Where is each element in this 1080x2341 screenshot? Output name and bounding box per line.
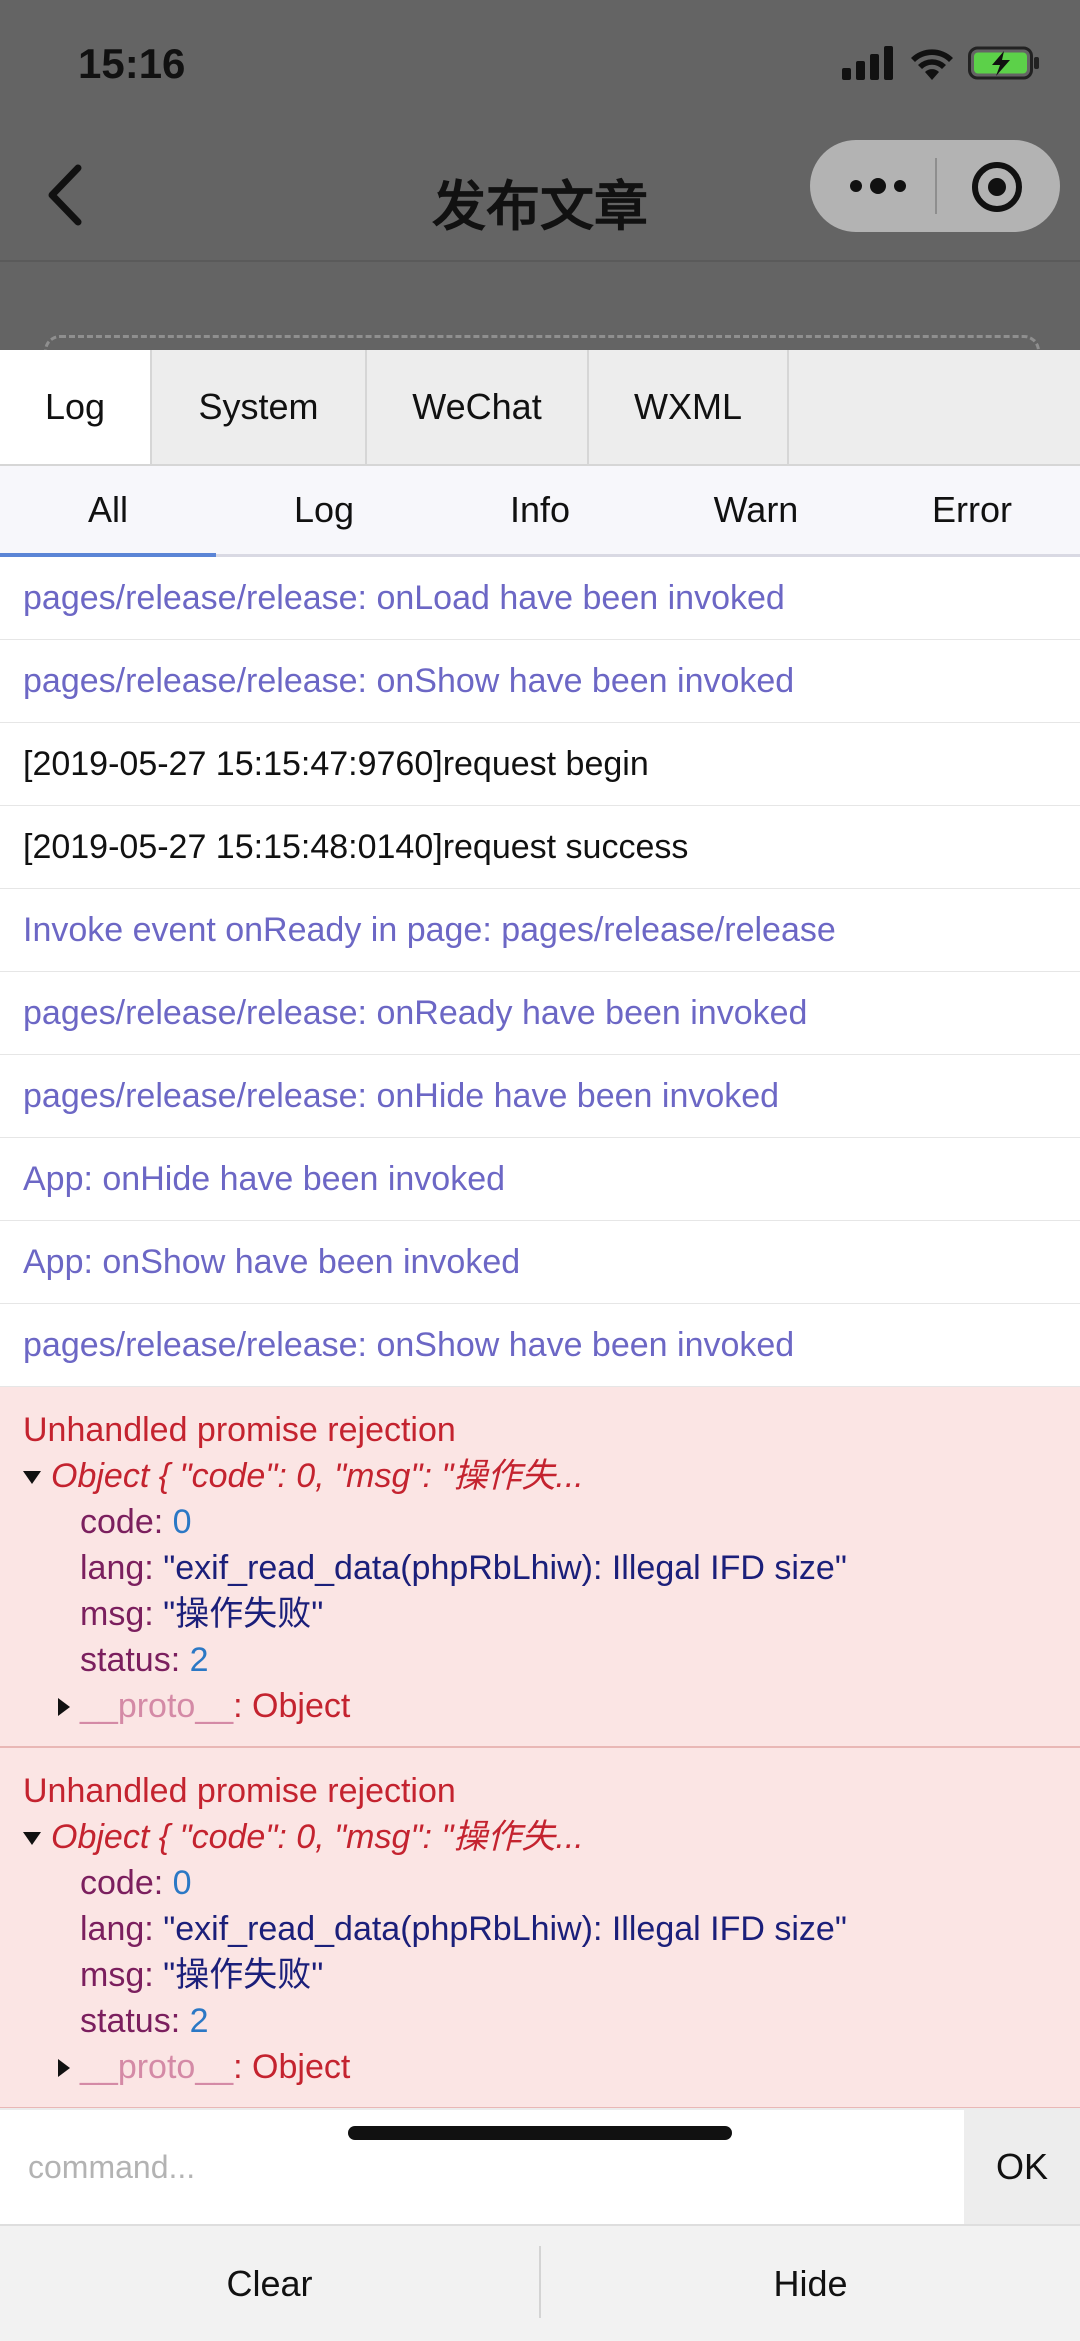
prop-value: "操作失败" <box>163 1595 324 1633</box>
console-footer: Clear Hide <box>0 2224 1080 2341</box>
log-line: pages/release/release: onLoad have been … <box>0 557 1080 640</box>
prop-code: code: 0 <box>23 1499 1080 1545</box>
prop-key: lang: <box>80 1910 164 1948</box>
prop-key: status: <box>80 1641 190 1679</box>
prop-msg: msg: "操作失败" <box>23 1591 1080 1637</box>
filter-log[interactable]: Log <box>216 466 432 554</box>
prop-value: "操作失败" <box>163 1956 324 1994</box>
proto-key: __proto__ <box>80 1687 234 1725</box>
status-time: 15:16 <box>78 40 186 87</box>
expanded-triangle-icon <box>23 1471 41 1484</box>
battery-charging-icon <box>968 46 1039 80</box>
clear-button[interactable]: Clear <box>0 2226 539 2341</box>
more-dots-icon[interactable] <box>848 176 908 196</box>
close-target-icon[interactable] <box>970 160 1024 214</box>
status-bar: 15:16 <box>0 0 1080 130</box>
error-title: Unhandled promise rejection <box>23 1772 456 1810</box>
error-entry: Unhandled promise rejection Object { "co… <box>0 1748 1080 2109</box>
log-line: App: onShow have been invoked <box>0 1221 1080 1304</box>
prop-lang: lang: "exif_read_data(phpRbLhiw): Illega… <box>23 1906 1080 1952</box>
log-filter-tabs: All Log Info Warn Error <box>0 466 1080 557</box>
log-line: [2019-05-27 15:15:48:0140]request succes… <box>0 806 1080 889</box>
object-summary: Object { "code": 0, "msg": "操作失... <box>51 1457 584 1495</box>
error-entry: Unhandled promise rejection Object { "co… <box>0 1387 1080 1748</box>
prop-value: "exif_read_data(phpRbLhiw): Illegal IFD … <box>163 1910 847 1948</box>
prop-status: status: 2 <box>23 1998 1080 2044</box>
object-summary-toggle[interactable]: Object { "code": 0, "msg": "操作失... <box>23 1453 1080 1499</box>
prop-key: code: <box>80 1864 173 1902</box>
prop-value: 0 <box>172 1503 192 1541</box>
proto-value: : Object <box>233 1687 351 1725</box>
prop-value: 2 <box>189 1641 209 1679</box>
app-background-overlay: 15:16 发布文章 <box>0 0 1080 378</box>
tab-wechat[interactable]: WeChat <box>367 350 589 464</box>
prop-code: code: 0 <box>23 1860 1080 1906</box>
prop-lang: lang: "exif_read_data(phpRbLhiw): Illega… <box>23 1545 1080 1591</box>
wifi-icon <box>911 49 953 80</box>
log-line: [2019-05-27 15:15:47:9760]request begin <box>0 723 1080 806</box>
proto-toggle[interactable]: __proto__: Object <box>23 2044 1080 2090</box>
error-title: Unhandled promise rejection <box>23 1411 456 1449</box>
signal-icon <box>842 46 893 80</box>
log-line: pages/release/release: onShow have been … <box>0 640 1080 723</box>
log-line: App: onHide have been invoked <box>0 1138 1080 1221</box>
home-indicator[interactable] <box>348 2126 732 2140</box>
console-tabs: Log System WeChat WXML <box>0 350 1080 466</box>
prop-key: code: <box>80 1503 173 1541</box>
proto-key: __proto__ <box>80 2048 234 2086</box>
tab-system[interactable]: System <box>152 350 367 464</box>
hide-button[interactable]: Hide <box>541 2226 1080 2341</box>
navigation-bar: 发布文章 <box>0 130 1080 262</box>
log-line: pages/release/release: onHide have been … <box>0 1055 1080 1138</box>
log-line: Invoke event onReady in page: pages/rele… <box>0 889 1080 972</box>
prop-key: status: <box>80 2002 190 2040</box>
collapsed-triangle-icon <box>58 1698 70 1716</box>
log-line: pages/release/release: onShow have been … <box>0 1304 1080 1387</box>
object-summary-toggle[interactable]: Object { "code": 0, "msg": "操作失... <box>23 1814 1080 1860</box>
filter-all[interactable]: All <box>0 466 216 557</box>
tab-log[interactable]: Log <box>0 350 152 464</box>
vconsole-panel: Log System WeChat WXML All Log Info Warn… <box>0 350 1080 2341</box>
prop-value: 0 <box>172 1864 192 1902</box>
proto-toggle[interactable]: __proto__: Object <box>23 1683 1080 1729</box>
prop-value: 2 <box>189 2002 209 2040</box>
ok-button[interactable]: OK <box>964 2110 1080 2224</box>
status-icons <box>842 46 1040 80</box>
log-list: pages/release/release: onLoad have been … <box>0 557 1080 2109</box>
expanded-triangle-icon <box>23 1832 41 1845</box>
prop-status: status: 2 <box>23 1637 1080 1683</box>
mini-program-capsule <box>810 140 1060 232</box>
collapsed-triangle-icon <box>58 2059 70 2077</box>
prop-msg: msg: "操作失败" <box>23 1952 1080 1998</box>
prop-key: msg: <box>80 1595 164 1633</box>
proto-value: : Object <box>233 2048 351 2086</box>
prop-value: "exif_read_data(phpRbLhiw): Illegal IFD … <box>163 1549 847 1587</box>
object-summary: Object { "code": 0, "msg": "操作失... <box>51 1818 584 1856</box>
log-line: pages/release/release: onReady have been… <box>0 972 1080 1055</box>
filter-error[interactable]: Error <box>864 466 1080 554</box>
prop-key: msg: <box>80 1956 164 1994</box>
tab-wxml[interactable]: WXML <box>589 350 789 464</box>
capsule-divider <box>935 158 937 214</box>
filter-warn[interactable]: Warn <box>648 466 864 554</box>
filter-info[interactable]: Info <box>432 466 648 554</box>
prop-key: lang: <box>80 1549 164 1587</box>
